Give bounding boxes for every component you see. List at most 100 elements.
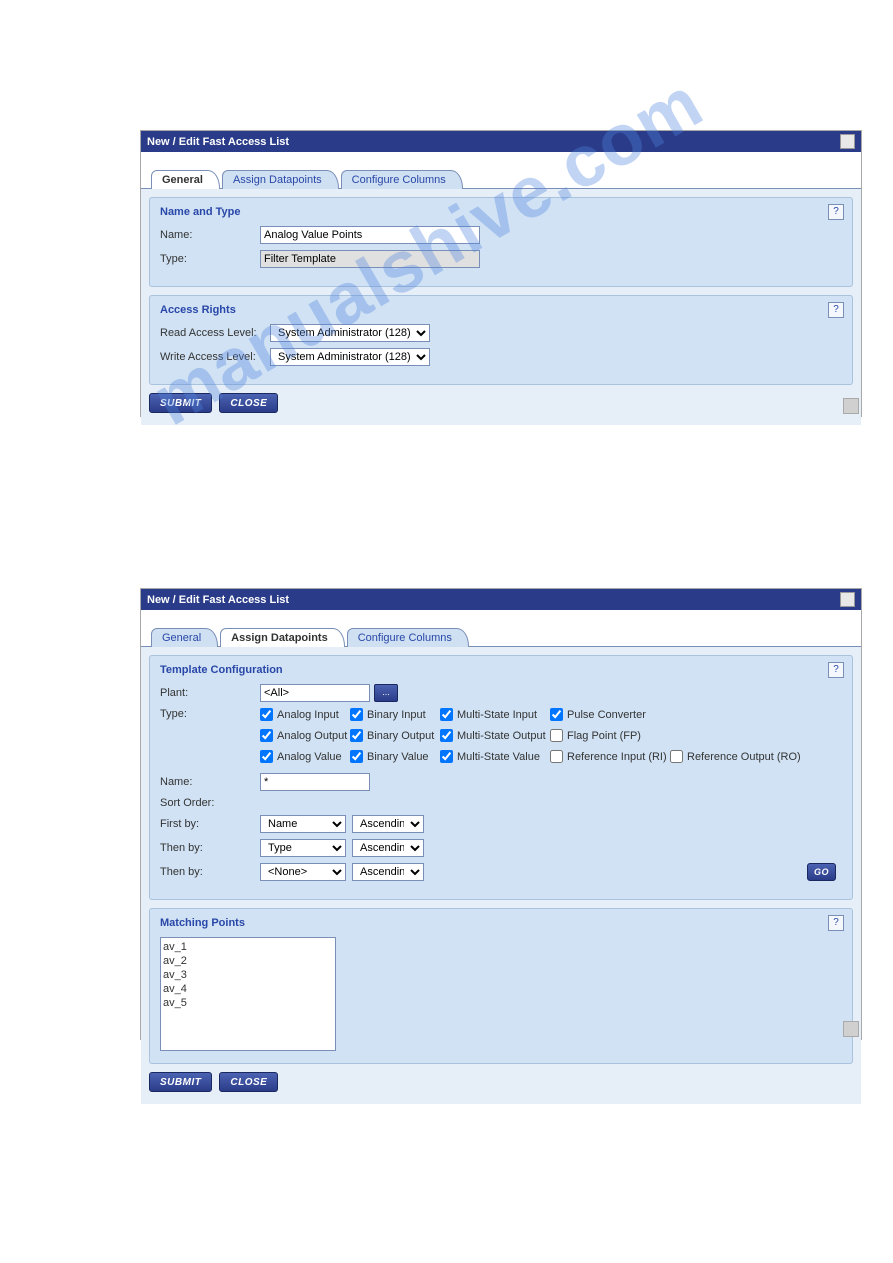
window-title: New / Edit Fast Access List [147,136,289,148]
type-checkbox[interactable]: Binary Input [350,708,440,721]
then-by2-order-select[interactable]: Ascending [352,863,424,881]
matching-points-listbox[interactable]: av_1av_2av_3av_4av_5 [160,937,336,1051]
panel-access-rights: ? Access Rights Read Access Level: Syste… [149,295,853,385]
submit-button[interactable]: SUBMIT [149,1072,212,1092]
checkbox-input[interactable] [670,750,683,763]
go-button[interactable]: GO [807,863,836,881]
tab-general[interactable]: General [151,628,218,647]
close-icon[interactable] [840,592,855,607]
tab-configure-columns[interactable]: Configure Columns [347,628,469,647]
close-button[interactable]: CLOSE [219,393,278,413]
tab-configure-columns[interactable]: Configure Columns [341,170,463,189]
then-by1-label: Then by: [160,842,260,854]
type-checkbox[interactable]: Flag Point (FP) [550,729,670,742]
type-checkbox[interactable]: Analog Input [260,708,350,721]
then-by1-order-select[interactable]: Ascending [352,839,424,857]
first-by-order-select[interactable]: Ascending [352,815,424,833]
type-label: Type: [160,253,260,265]
checkbox-input[interactable] [260,729,273,742]
panel-name-and-type: ? Name and Type Name: Type: [149,197,853,287]
write-access-label: Write Access Level: [160,351,270,363]
checkbox-label: Binary Value [367,751,429,763]
help-icon[interactable]: ? [828,204,844,220]
checkbox-input[interactable] [350,708,363,721]
checkbox-input[interactable] [350,729,363,742]
panel-template-configuration: ? Template Configuration Plant: ... Type… [149,655,853,900]
first-by-field-select[interactable]: Name [260,815,346,833]
read-access-select[interactable]: System Administrator (128) [270,324,430,342]
checkbox-label: Multi-State Value [457,751,540,763]
type-checkbox[interactable]: Reference Input (RI) [550,750,670,763]
checkbox-label: Analog Value [277,751,342,763]
checkbox-label: Binary Input [367,709,426,721]
name-filter-input[interactable] [260,773,370,791]
close-icon[interactable] [840,134,855,149]
titlebar: New / Edit Fast Access List [141,589,861,610]
checkbox-input[interactable] [440,708,453,721]
titlebar: New / Edit Fast Access List [141,131,861,152]
list-item[interactable]: av_2 [163,954,333,968]
checkbox-label: Analog Output [277,730,347,742]
checkbox-input[interactable] [550,708,563,721]
then-by1-field-select[interactable]: Type [260,839,346,857]
type-checkbox[interactable]: Analog Value [260,750,350,763]
checkbox-label: Pulse Converter [567,709,646,721]
type-checkbox[interactable]: Binary Output [350,729,440,742]
checkbox-input[interactable] [550,750,563,763]
plant-label: Plant: [160,687,260,699]
then-by2-field-select[interactable]: <None> [260,863,346,881]
close-button[interactable]: CLOSE [219,1072,278,1092]
checkbox-label: Binary Output [367,730,434,742]
type-checkbox-grid: Analog Input Binary Input Multi-State Inpu… [260,708,810,767]
window-title: New / Edit Fast Access List [147,594,289,606]
panel-title: Name and Type [160,206,842,218]
name-label: Name: [160,229,260,241]
checkbox-input[interactable] [440,750,453,763]
name-input[interactable] [260,226,480,244]
checkbox-input[interactable] [440,729,453,742]
plant-input[interactable] [260,684,370,702]
checkbox-label: Reference Input (RI) [567,751,667,763]
checkbox-label: Flag Point (FP) [567,730,641,742]
type-checkbox [670,708,810,721]
type-checkbox[interactable]: Multi-State Value [440,750,550,763]
checkbox-label: Reference Output (RO) [687,751,801,763]
list-item[interactable]: av_1 [163,940,333,954]
help-icon[interactable]: ? [828,302,844,318]
checkbox-input[interactable] [260,750,273,763]
type-checkbox[interactable]: Multi-State Output [440,729,550,742]
checkbox-input[interactable] [260,708,273,721]
sort-order-label: Sort Order: [160,797,260,809]
checkbox-label: Multi-State Output [457,730,546,742]
checkbox-label: Analog Input [277,709,339,721]
help-icon[interactable]: ? [828,915,844,931]
list-item[interactable]: av_4 [163,982,333,996]
tab-bar: General Assign Datapoints Configure Colu… [141,610,861,647]
type-checkbox[interactable]: Reference Output (RO) [670,750,810,763]
submit-button[interactable]: SUBMIT [149,393,212,413]
plant-browse-button[interactable]: ... [374,684,398,702]
write-access-select[interactable]: System Administrator (128) [270,348,430,366]
type-checkbox[interactable]: Binary Value [350,750,440,763]
tab-general[interactable]: General [151,170,220,189]
panel-title: Access Rights [160,304,842,316]
tab-assign-datapoints[interactable]: Assign Datapoints [222,170,339,189]
panel-title: Template Configuration [160,664,842,676]
tab-assign-datapoints[interactable]: Assign Datapoints [220,628,345,647]
list-item[interactable]: av_3 [163,968,333,982]
checkbox-input[interactable] [550,729,563,742]
first-by-label: First by: [160,818,260,830]
type-checkbox[interactable]: Pulse Converter [550,708,670,721]
checkbox-input[interactable] [350,750,363,763]
resize-handle[interactable] [843,398,859,414]
type-input [260,250,480,268]
list-item[interactable]: av_5 [163,996,333,1010]
help-icon[interactable]: ? [828,662,844,678]
type-checkbox[interactable]: Multi-State Input [440,708,550,721]
panel-matching-points: ? Matching Points av_1av_2av_3av_4av_5 [149,908,853,1064]
tab-bar: General Assign Datapoints Configure Colu… [141,152,861,189]
type-checkbox[interactable]: Analog Output [260,729,350,742]
resize-handle[interactable] [843,1021,859,1037]
dialog-body: ? Name and Type Name: Type: ? Access Rig… [141,189,861,425]
type-label: Type: [160,708,260,720]
